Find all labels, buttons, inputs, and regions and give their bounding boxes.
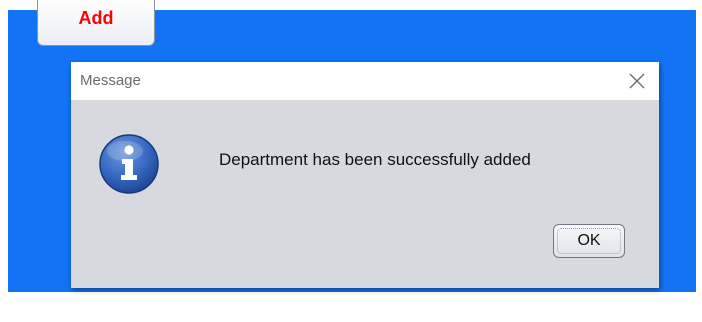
info-icon [99,134,159,194]
dialog-titlebar: Message [71,62,659,100]
ok-button[interactable]: OK [553,224,625,258]
close-icon[interactable] [627,71,647,91]
ok-button-label: OK [577,232,601,249]
message-dialog: Message Department has been successfully… [71,62,659,288]
screen: Add Message Department has been successf… [0,0,702,322]
dialog-message: Department has been successfully added [219,150,531,169]
dialog-title: Message [80,72,141,89]
add-button[interactable]: Add [37,0,155,46]
